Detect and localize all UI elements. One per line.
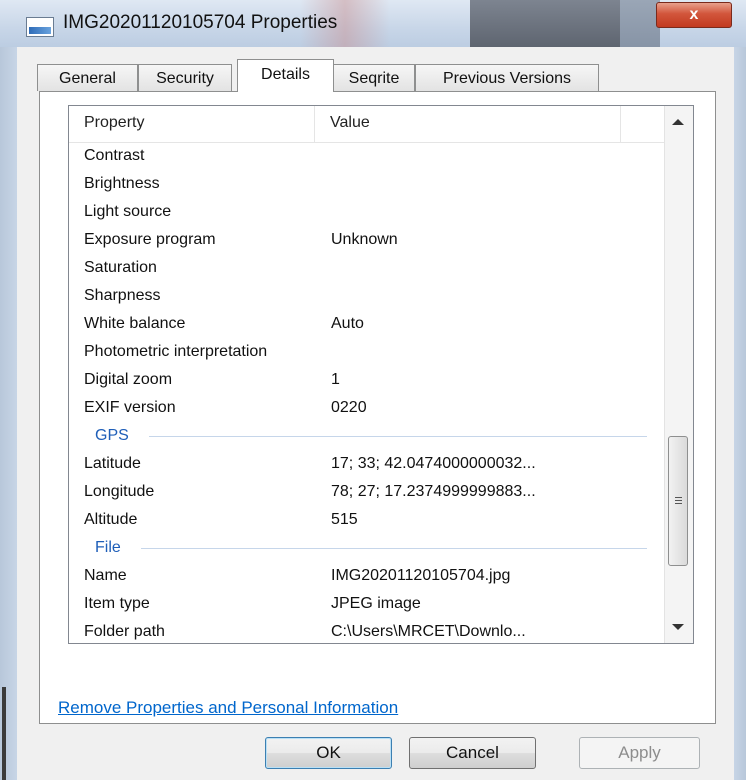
property-name: EXIF version xyxy=(84,399,176,416)
title-bar-backdrop xyxy=(620,0,660,47)
list-item[interactable]: Item type JPEG image xyxy=(69,590,665,618)
scrollbar-thumb[interactable] xyxy=(668,436,688,566)
property-name: Name xyxy=(84,567,127,584)
list-item[interactable]: EXIF version 0220 xyxy=(69,394,665,422)
list-item[interactable]: Altitude 515 xyxy=(69,506,665,534)
tab-seqrite[interactable]: Seqrite xyxy=(333,64,415,91)
ok-button[interactable]: OK xyxy=(265,737,392,769)
property-value: Auto xyxy=(331,315,364,332)
property-value: 515 xyxy=(331,511,358,528)
grip-line xyxy=(675,500,682,501)
property-name: White balance xyxy=(84,315,186,332)
list-item[interactable]: Saturation xyxy=(69,254,665,282)
group-label: GPS xyxy=(95,427,129,444)
property-value: 17; 33; 42.0474000000032... xyxy=(331,455,536,472)
list-item[interactable]: Latitude 17; 33; 42.0474000000032... xyxy=(69,450,665,478)
vertical-scrollbar[interactable] xyxy=(664,106,693,643)
window-right-border xyxy=(734,47,746,780)
property-name: Item type xyxy=(84,595,150,612)
title-bar[interactable]: IMG20201120105704 Properties x xyxy=(0,0,746,47)
property-value xyxy=(331,142,651,170)
property-value: 78; 27; 17.2374999999883... xyxy=(331,483,536,500)
properties-window: IMG20201120105704 Properties x General S… xyxy=(0,0,746,780)
list-item[interactable]: Contrast xyxy=(69,142,665,170)
list-item[interactable]: Longitude 78; 27; 17.2374999999883... xyxy=(69,478,665,506)
group-divider xyxy=(141,548,647,549)
property-value: IMG20201120105704.jpg xyxy=(331,567,511,584)
tab-general[interactable]: General xyxy=(37,64,138,91)
list-item[interactable]: Digital zoom 1 xyxy=(69,366,665,394)
title-bar-backdrop xyxy=(470,0,620,47)
property-name: Digital zoom xyxy=(84,371,173,388)
property-value xyxy=(331,170,651,198)
property-name: Altitude xyxy=(84,511,138,528)
property-name: Contrast xyxy=(84,147,145,164)
property-name: Exposure program xyxy=(84,231,216,248)
tab-details[interactable]: Details xyxy=(237,59,334,92)
column-header-property[interactable]: Property xyxy=(69,106,315,142)
property-value: C:\Users\MRCET\Downlo... xyxy=(331,623,526,640)
property-name: Saturation xyxy=(84,259,157,276)
details-panel: Property Value Contrast Brightness Light… xyxy=(39,91,716,724)
list-item[interactable]: White balance Auto xyxy=(69,310,665,338)
tab-previous-versions[interactable]: Previous Versions xyxy=(415,64,599,91)
list-item[interactable]: Sharpness xyxy=(69,282,665,310)
group-label: File xyxy=(95,539,121,556)
list-item[interactable]: Exposure program Unknown xyxy=(69,226,665,254)
property-value xyxy=(331,282,651,310)
property-name: Sharpness xyxy=(84,287,161,304)
dialog-client-area: General Security Details Seqrite Previou… xyxy=(17,47,734,780)
column-header-value[interactable]: Value xyxy=(315,106,621,142)
grip-line xyxy=(675,503,682,504)
remove-properties-link[interactable]: Remove Properties and Personal Informati… xyxy=(58,698,398,718)
list-header: Property Value xyxy=(69,106,665,143)
grip-line xyxy=(675,497,682,498)
list-item[interactable]: Folder path C:\Users\MRCET\Downlo... xyxy=(69,618,665,643)
property-value: JPEG image xyxy=(331,595,421,612)
chevron-down-icon[interactable] xyxy=(672,624,684,630)
cancel-button[interactable]: Cancel xyxy=(409,737,536,769)
window-title: IMG20201120105704 Properties xyxy=(63,12,338,33)
close-button[interactable]: x xyxy=(656,2,732,28)
tab-security[interactable]: Security xyxy=(138,64,232,91)
chevron-up-icon[interactable] xyxy=(672,119,684,125)
property-value xyxy=(331,254,651,282)
property-value: Unknown xyxy=(331,231,398,248)
property-list[interactable]: Property Value Contrast Brightness Light… xyxy=(68,105,694,644)
group-header-file[interactable]: File xyxy=(69,534,665,562)
list-item[interactable]: Light source xyxy=(69,198,665,226)
property-value xyxy=(331,198,651,226)
group-divider xyxy=(149,436,647,437)
list-item[interactable]: Name IMG20201120105704.jpg xyxy=(69,562,665,590)
list-item[interactable]: Photometric interpretation xyxy=(69,338,665,366)
close-icon: x xyxy=(689,6,699,23)
property-value: 1 xyxy=(331,371,340,388)
property-name: Photometric interpretation xyxy=(84,343,268,360)
property-value xyxy=(331,338,651,366)
property-name: Folder path xyxy=(84,623,165,640)
property-value: 0220 xyxy=(331,399,367,416)
window-left-border xyxy=(0,47,17,780)
image-file-icon xyxy=(26,17,54,37)
apply-button[interactable]: Apply xyxy=(579,737,700,769)
property-name: Brightness xyxy=(84,175,160,192)
property-name: Light source xyxy=(84,203,172,220)
group-header-gps[interactable]: GPS xyxy=(69,422,665,450)
property-name: Longitude xyxy=(84,483,155,500)
list-item[interactable]: Brightness xyxy=(69,170,665,198)
property-name: Latitude xyxy=(84,455,141,472)
